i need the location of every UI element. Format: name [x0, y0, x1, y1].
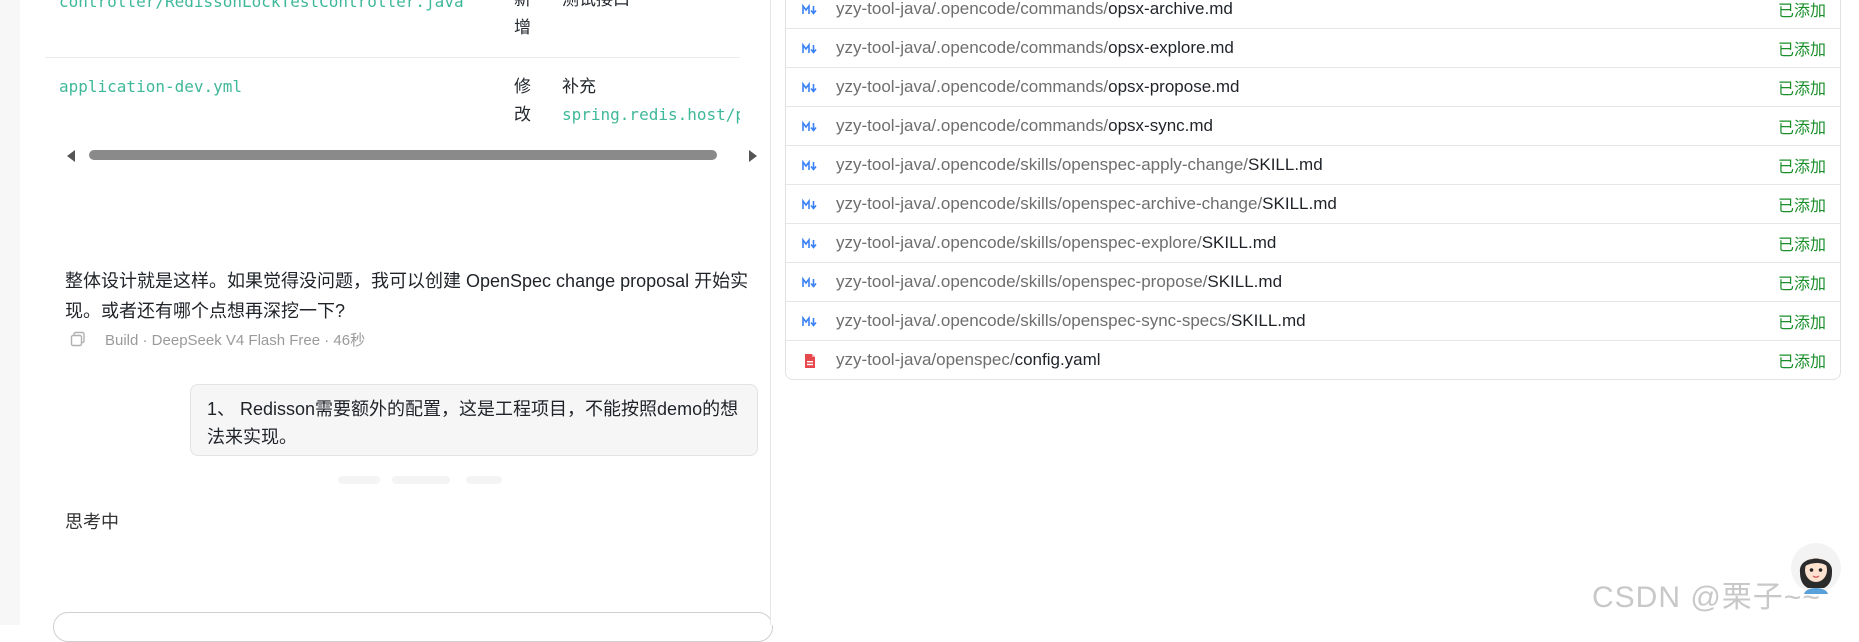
copy-icon[interactable] — [69, 330, 87, 348]
file-path: yzy-tool-java/.opencode/commands/opsx-pr… — [836, 77, 1240, 96]
list-item[interactable]: yzy-tool-java/.opencode/skills/openspec-… — [786, 263, 1840, 302]
changed-files-list: yzy-tool-java/.opencode/commands/opsx-ar… — [785, 0, 1841, 380]
status-badge: 已添加 — [1777, 315, 1826, 332]
file-path: yzy-tool-java/.opencode/commands/opsx-ar… — [836, 0, 1233, 18]
file-path: yzy-tool-java/.opencode/skills/openspec-… — [836, 311, 1306, 330]
change-action: 修改 — [514, 77, 531, 124]
change-description: 补充 spring.redis.host/por — [562, 73, 740, 129]
model-info-text: Build · DeepSeek V4 Flash Free · 46秒 — [105, 331, 366, 349]
file-path: controller/RedissonLockTestController.ja… — [59, 0, 464, 11]
list-item[interactable]: yzy-tool-java/.opencode/commands/opsx-sy… — [786, 107, 1840, 146]
list-item[interactable]: yzy-tool-java/.opencode/skills/openspec-… — [786, 185, 1840, 224]
change-action: 新增 — [514, 0, 531, 37]
loading-placeholder — [466, 476, 502, 484]
csdn-watermark: CSDN @栗子~~ — [1592, 581, 1821, 614]
file-path: yzy-tool-java/.opencode/skills/openspec-… — [836, 194, 1337, 213]
user-message-text: 1、 Redisson需要额外的配置，这是工程项目，不能按照demo的想法来实现… — [207, 399, 739, 447]
list-item[interactable]: yzy-tool-java/openspec/config.yaml 已添加 — [786, 341, 1840, 379]
message-meta: Build · DeepSeek V4 Flash Free · 46秒 — [69, 328, 365, 350]
file-path: yzy-tool-java/.opencode/commands/opsx-ex… — [836, 38, 1234, 57]
scrollbar-thumb[interactable] — [89, 150, 717, 160]
list-item[interactable]: yzy-tool-java/.opencode/commands/opsx-ar… — [786, 0, 1840, 29]
file-change-table: controller/RedissonLockTestController.ja… — [20, 0, 740, 145]
markdown-icon — [802, 198, 817, 210]
table-row: application-dev.yml 修改 补充 spring.redis.h… — [45, 57, 740, 145]
scroll-right-arrow-icon[interactable] — [749, 150, 757, 162]
file-path: yzy-tool-java/.opencode/skills/openspec-… — [836, 272, 1283, 291]
scroll-left-arrow-icon[interactable] — [67, 150, 75, 162]
status-badge: 已添加 — [1777, 120, 1826, 137]
assistant-summary-text: 整体设计就是这样。如果觉得没问题，我可以创建 OpenSpec change p… — [65, 271, 749, 321]
markdown-icon — [802, 42, 817, 54]
markdown-icon — [802, 276, 817, 288]
markdown-icon — [802, 237, 817, 249]
table-row: controller/RedissonLockTestController.ja… — [45, 0, 740, 58]
loading-placeholder — [338, 476, 380, 484]
markdown-icon — [802, 81, 817, 93]
status-badge: 已添加 — [1777, 42, 1826, 59]
status-badge: 已添加 — [1777, 354, 1826, 371]
markdown-icon — [802, 315, 817, 327]
loading-placeholder — [392, 476, 450, 484]
file-path: application-dev.yml — [59, 77, 243, 96]
status-badge: 已添加 — [1777, 198, 1826, 215]
list-item[interactable]: yzy-tool-java/.opencode/commands/opsx-ex… — [786, 29, 1840, 68]
change-description-text: 补充 — [562, 77, 596, 96]
changed-files-pane: yzy-tool-java/.opencode/commands/opsx-ar… — [771, 0, 1859, 625]
status-badge: 已添加 — [1777, 237, 1826, 254]
horizontal-scrollbar[interactable] — [47, 146, 765, 164]
yaml-file-icon — [805, 354, 815, 368]
status-badge: 已添加 — [1777, 276, 1826, 293]
change-description: 测试接口 — [562, 0, 630, 14]
file-path: yzy-tool-java/openspec/config.yaml — [836, 350, 1101, 369]
list-item[interactable]: yzy-tool-java/.opencode/skills/openspec-… — [786, 302, 1840, 341]
markdown-icon — [802, 3, 817, 15]
file-path: yzy-tool-java/.opencode/commands/opsx-sy… — [836, 116, 1214, 135]
user-message-bubble: 1、 Redisson需要额外的配置，这是工程项目，不能按照demo的想法来实现… — [190, 384, 758, 456]
thinking-status: 思考中 — [65, 512, 119, 532]
markdown-icon — [802, 159, 817, 171]
status-badge: 已添加 — [1777, 81, 1826, 98]
status-badge: 已添加 — [1777, 3, 1826, 20]
chat-pane: controller/RedissonLockTestController.ja… — [20, 0, 783, 642]
left-sidebar-edge — [0, 0, 21, 625]
list-item[interactable]: yzy-tool-java/.opencode/commands/opsx-pr… — [786, 68, 1840, 107]
status-badge: 已添加 — [1777, 159, 1826, 176]
markdown-icon — [802, 120, 817, 132]
config-key-code: spring.redis.host/por — [562, 105, 740, 124]
message-input-box[interactable] — [53, 612, 773, 642]
file-path: yzy-tool-java/.opencode/skills/openspec-… — [836, 233, 1277, 252]
list-item[interactable]: yzy-tool-java/.opencode/skills/openspec-… — [786, 224, 1840, 263]
file-path: yzy-tool-java/.opencode/skills/openspec-… — [836, 155, 1323, 174]
list-item[interactable]: yzy-tool-java/.opencode/skills/openspec-… — [786, 146, 1840, 185]
